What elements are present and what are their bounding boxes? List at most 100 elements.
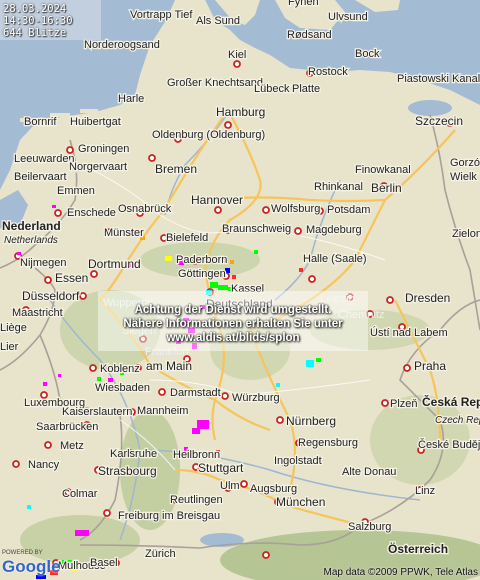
map-label: Hamburg (216, 105, 265, 119)
map-label: Ulm (220, 480, 240, 492)
map-label: Platte (292, 83, 320, 95)
map-label: Lübeck (254, 83, 290, 95)
map-label: Ústí nad Labem (370, 326, 448, 339)
map-label: Netherlands (4, 235, 58, 246)
map-label: Rødsand (287, 29, 332, 41)
map-label: Leeuwarden (14, 153, 75, 165)
notice-line-3[interactable]: www.aldis.at/blids/splon (98, 332, 368, 344)
map-label: Dresden (405, 291, 450, 305)
map-label: Augsburg (250, 483, 297, 495)
map-label: Reutlingen (170, 494, 223, 506)
map-label: Bielefeld (166, 232, 208, 244)
map-label: Oldenburg (Oldenburg) (152, 129, 265, 141)
map-label: Berlin (371, 181, 402, 195)
map-label: Karlsruhe (110, 448, 157, 460)
map-label: Als Sund (196, 15, 240, 27)
notice-line-2: Nähere Informationen erhalten Sie unter (123, 318, 343, 330)
map-label: České Budějovice (418, 438, 480, 451)
google-wordmark: Google (2, 557, 61, 576)
map-label: Kiel (228, 49, 246, 61)
map-label: Nancy (28, 459, 60, 471)
date-text: 28.03.2024 (3, 3, 67, 15)
map-label: Colmar (62, 488, 98, 500)
map-label: Großer Knechtsand (167, 77, 263, 89)
map-label: Zürich (145, 548, 176, 560)
map-label: Enschede (67, 207, 116, 219)
map-label: Rostock (308, 66, 348, 78)
map-label: Lier (0, 341, 19, 353)
map-label: Potsdam (327, 204, 370, 216)
map-label: Praha (414, 359, 446, 373)
map-label: Nijmegen (20, 257, 66, 269)
map-label: Wielk (450, 171, 477, 183)
map-label: Mannheim (137, 405, 188, 417)
map-label: Groningen (78, 143, 129, 155)
map-label: München (276, 495, 325, 509)
map-label: Bock (355, 48, 380, 60)
map-label: Linz (415, 485, 435, 497)
map-label: Gorzów (450, 157, 480, 169)
map-label: Halle (Saale) (303, 253, 367, 265)
service-notice: Achtung der Dienst wird umgestellt. Nähe… (98, 291, 368, 351)
map-attribution: Map data ©2009 PPWK, Tele Atlas (323, 567, 479, 578)
map-label: Česká Republika (422, 394, 480, 409)
powered-by-text: POWERED BY (2, 550, 43, 556)
info-panel: 28.03.2024 14:30-16:30 644 Blitze (0, 0, 101, 40)
map-label: Norderoogsand (84, 39, 160, 51)
map-label: Darmstadt (170, 387, 221, 399)
map-label: Plzeň (390, 398, 418, 410)
map-label: Finowkanal (355, 164, 411, 176)
map-label: Göttingen (178, 268, 226, 280)
map-label: Szczecin (415, 114, 463, 128)
map-label: Ingolstadt (274, 455, 322, 467)
map-label: Czech Rep (435, 415, 480, 426)
map-label: Paderborn (176, 254, 227, 266)
map-label: Magdeburg (306, 224, 362, 236)
map-label: Wolfsburg (271, 203, 320, 215)
map-label: Emmen (57, 185, 95, 197)
map-label: Strasbourg (98, 464, 157, 478)
map-label: Hannover (191, 193, 243, 207)
strike-count-text: 644 Blitze (3, 27, 67, 39)
map-label: Koblenz (100, 363, 140, 375)
map-label: Würzburg (232, 392, 280, 404)
time-range-text: 14:30-16:30 (3, 15, 73, 27)
map-label: Piastowski Kanal (397, 73, 480, 85)
map-label: Stuttgart (198, 461, 244, 475)
map-label: Zielona (452, 228, 480, 240)
map-label: Österreich (388, 541, 448, 556)
map-label: Basel (90, 557, 118, 569)
map-label: Beilervaart (14, 171, 67, 183)
map-label: Freiburg im Breisgau (118, 510, 220, 522)
map-label: Wiesbaden (95, 382, 150, 394)
google-logo[interactable]: POWERED BY Google (2, 550, 61, 578)
map-label: Rhinkanal (314, 181, 363, 193)
map-label: Harle (118, 93, 144, 105)
map-label: Vortrapp Tief (130, 9, 193, 21)
map-label: Maastricht (12, 307, 63, 319)
map-label: Dortmund (88, 257, 141, 271)
map-label: Osnabrück (118, 203, 172, 215)
map-label: Heilbronn (173, 449, 220, 461)
map-label: Norgervaart (69, 161, 127, 173)
map-label: Huibertgat (70, 116, 121, 128)
map-label: Kaiserslautern (62, 406, 132, 418)
map-label: am Main (146, 359, 192, 373)
map-label: Metz (60, 440, 84, 452)
map-label: Münster (104, 227, 144, 239)
map-label: Düsseldorf (22, 289, 80, 303)
map-label: Regensburg (298, 437, 358, 449)
map-label: Nürnberg (286, 414, 336, 428)
map-label: Liège (0, 322, 27, 334)
map-label: Braunschweig (222, 223, 291, 235)
map-label: Saarbrücken (36, 421, 98, 433)
lightning-map[interactable]: Vortrapp Tief Als Sund Ulvsund Fynen Rød… (0, 0, 480, 580)
map-label: Salzburg (348, 521, 391, 533)
map-label: Alte Donau (342, 466, 396, 478)
notice-line-1: Achtung der Dienst wird umgestellt. (134, 304, 332, 316)
map-label: Essen (55, 271, 88, 285)
map-label: Ulvsund (328, 11, 368, 23)
map-label: Fynen (288, 0, 319, 8)
map-label: Bremen (155, 162, 197, 176)
map-label: Bornrif (24, 116, 57, 128)
